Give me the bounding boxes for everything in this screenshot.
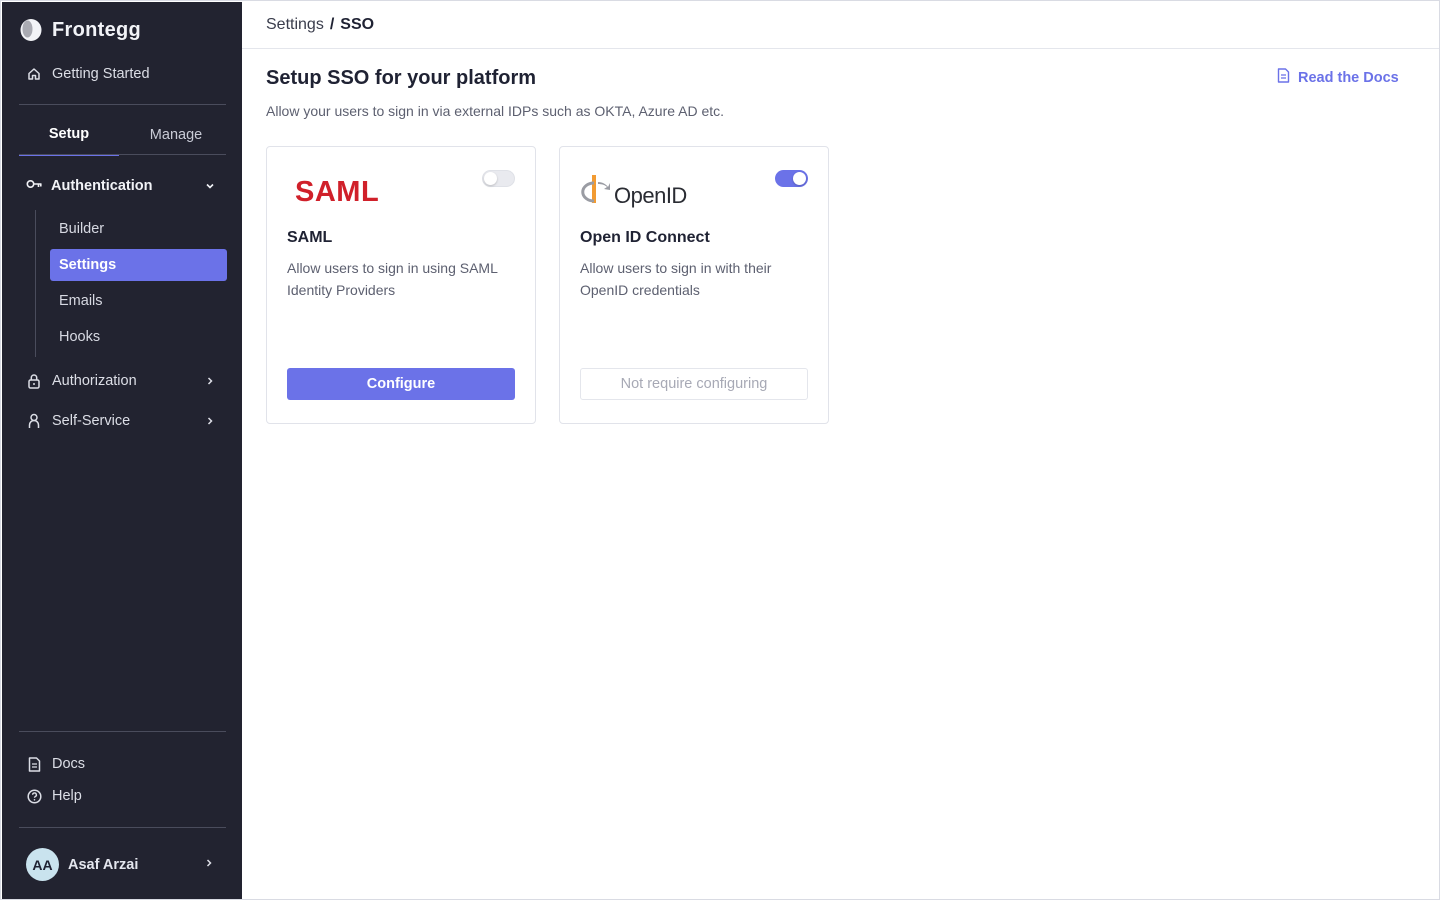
sidebar-divider [19, 104, 226, 105]
user-menu[interactable]: AA Asaf Arzai [26, 848, 138, 881]
user-name: Asaf Arzai [68, 856, 139, 873]
app-window: Frontegg Getting Started Setup Manage Au… [0, 0, 1440, 900]
nav-getting-started-label: Getting Started [52, 66, 150, 82]
tab-manage[interactable]: Manage [126, 114, 226, 156]
svg-text:OpenID: OpenID [614, 183, 687, 208]
chevron-right-icon[interactable] [201, 855, 217, 876]
nav-getting-started[interactable]: Getting Started [26, 63, 150, 85]
document-icon [1277, 68, 1290, 87]
sidebar-divider [19, 731, 226, 732]
nav-help-label: Help [52, 788, 82, 804]
openid-toggle[interactable] [775, 170, 808, 187]
nav-authorization[interactable]: Authorization [26, 370, 218, 392]
openid-description: Allow users to sign in with their OpenID… [580, 260, 772, 298]
openid-title: Open ID Connect [580, 229, 710, 246]
breadcrumb: Settings / SSO [266, 16, 374, 34]
nav-docs[interactable]: Docs [26, 753, 85, 775]
openid-logo: OpenID [580, 169, 690, 209]
openid-not-required-button: Not require configuring [580, 368, 808, 400]
brand-name: Frontegg [52, 18, 142, 41]
nav-self-service[interactable]: Self-Service [26, 410, 218, 432]
sidebar-item-builder[interactable]: Builder [50, 213, 227, 245]
nav-authentication[interactable]: Authentication [26, 175, 218, 197]
nav-authentication-label: Authentication [51, 178, 153, 194]
person-icon [26, 413, 42, 429]
sidebar-item-hooks[interactable]: Hooks [50, 321, 227, 353]
avatar: AA [26, 848, 59, 881]
page-subtitle: Allow your users to sign in via external… [266, 103, 725, 119]
page-title: Setup SSO for your platform [266, 67, 537, 89]
tabs-underline [19, 154, 226, 155]
saml-toggle[interactable] [482, 170, 515, 187]
help-circle-icon [26, 788, 42, 804]
toggle-knob [793, 171, 806, 185]
key-icon [26, 178, 43, 194]
frontegg-logo-icon [19, 18, 43, 42]
breadcrumb-separator: / [329, 16, 335, 33]
document-icon [26, 756, 42, 772]
saml-logo: SAML [287, 169, 387, 209]
nav-self-service-label: Self-Service [52, 413, 131, 429]
home-icon [26, 66, 42, 82]
svg-text:SAML: SAML [295, 176, 379, 208]
sidebar-divider [19, 827, 226, 828]
saml-description: Allow users to sign in using SAML Identi… [287, 260, 498, 298]
nav-docs-label: Docs [52, 756, 86, 772]
nav-help[interactable]: Help [26, 785, 82, 807]
toggle-knob [484, 172, 497, 185]
chevron-down-icon [202, 178, 218, 194]
breadcrumb-current: SSO [340, 16, 375, 33]
saml-card: SAML SAML Allow users to sign in using S… [266, 146, 536, 424]
brand-logo[interactable]: Frontegg [19, 18, 141, 42]
saml-title: SAML [287, 229, 333, 246]
chevron-right-icon [202, 373, 218, 389]
chevron-right-icon [202, 413, 218, 429]
sidebar-item-emails[interactable]: Emails [50, 285, 227, 317]
saml-configure-button[interactable]: Configure [287, 368, 515, 400]
sidebar: Frontegg Getting Started Setup Manage Au… [2, 2, 242, 899]
subnav-guide-line [35, 210, 36, 357]
sidebar-item-settings[interactable]: Settings [50, 249, 227, 281]
topbar: Settings / SSO [242, 2, 1439, 49]
lock-icon [26, 373, 42, 389]
tab-setup[interactable]: Setup [19, 114, 119, 156]
sidebar-tabs: Setup Manage [19, 114, 226, 156]
read-docs-label: Read the Docs [1298, 69, 1399, 86]
openid-card: OpenID Open ID Connect Allow users to si… [559, 146, 829, 424]
breadcrumb-settings[interactable]: Settings [266, 16, 324, 34]
nav-authorization-label: Authorization [52, 373, 137, 389]
read-docs-link[interactable]: Read the Docs [1277, 68, 1399, 87]
